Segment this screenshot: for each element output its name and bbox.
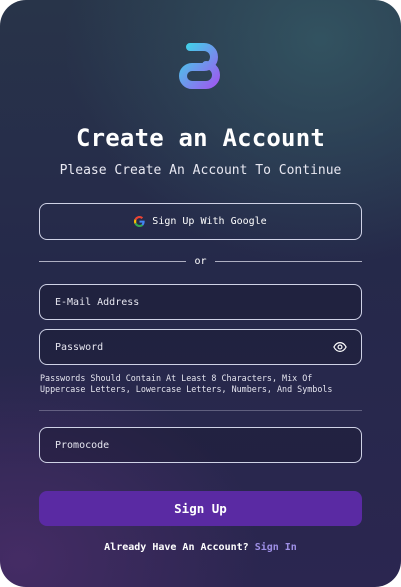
promocode-field[interactable] (55, 439, 347, 451)
google-signup-label: Sign Up With Google (152, 216, 267, 227)
page-subtitle: Please Create An Account To Continue (59, 163, 342, 178)
section-divider (39, 410, 362, 411)
signup-card: Create an Account Please Create An Accou… (0, 0, 401, 587)
divider-line-right (214, 260, 363, 262)
password-field[interactable] (55, 341, 333, 353)
signin-link[interactable]: Sign In (255, 542, 297, 553)
or-divider: or (39, 254, 363, 268)
page-title: Create an Account (75, 124, 326, 152)
password-hint: Passwords Should Contain At Least 8 Char… (40, 373, 333, 394)
google-signup-button[interactable]: Sign Up With Google (39, 203, 362, 240)
password-field-container[interactable] (39, 329, 362, 365)
signup-button[interactable]: Sign Up (39, 491, 362, 526)
google-icon (134, 216, 145, 227)
divider-line-left (39, 260, 187, 262)
email-field-container[interactable] (39, 284, 362, 320)
signin-prompt: Already Have An Account? Sign In (0, 542, 401, 553)
divider-or-text: or (194, 255, 207, 267)
email-field[interactable] (55, 296, 347, 308)
promocode-field-container[interactable] (39, 427, 362, 463)
eye-icon[interactable] (333, 340, 347, 354)
brand-logo-icon (179, 43, 220, 89)
signin-prompt-text: Already Have An Account? (104, 542, 249, 553)
